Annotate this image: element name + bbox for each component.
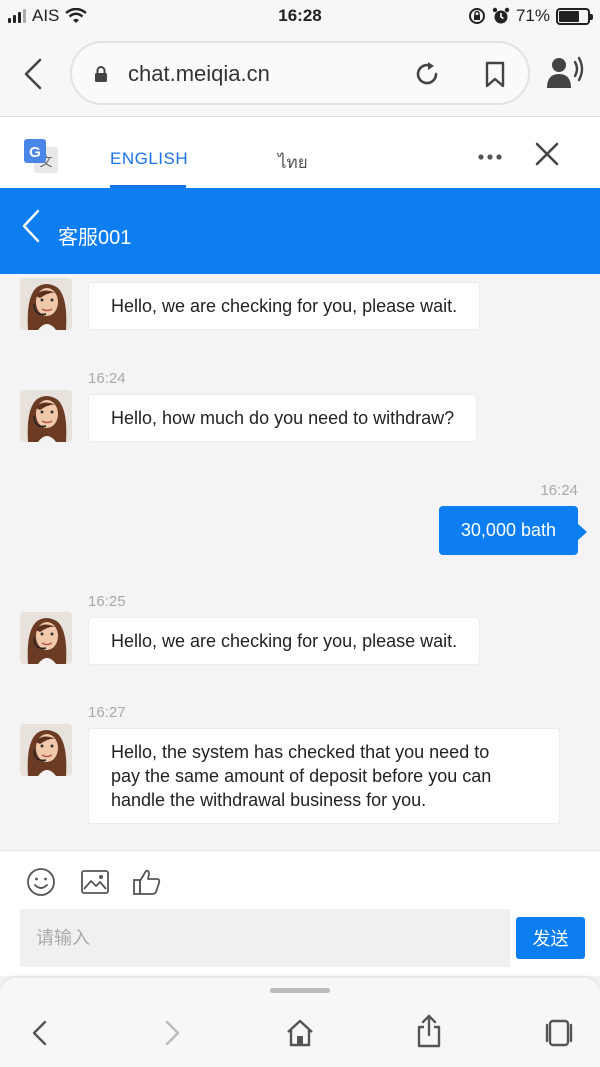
agent-avatar-image (20, 278, 72, 330)
sheet-grabber[interactable] (270, 988, 330, 993)
emoji-icon[interactable] (26, 867, 56, 897)
agent-message-bubble: Hello, we are checking for you, please w… (88, 282, 481, 330)
lock-rotation-icon (468, 8, 485, 24)
alarm-icon (492, 7, 510, 24)
agent-message-bubble: Hello, how much do you need to withdraw? (88, 394, 478, 442)
agent-message-bubble: Hello, we are checking for you, please w… (88, 617, 481, 665)
tab-thai[interactable]: ไทย (278, 149, 308, 176)
chat-back-icon[interactable] (18, 208, 46, 244)
user-message-bubble: 30,000 bath (438, 506, 588, 555)
browser-bottom-bar (0, 978, 600, 1067)
status-right: 71% (468, 6, 593, 26)
close-icon[interactable] (534, 141, 560, 167)
message-timestamp: 16:24 (540, 482, 578, 499)
battery-fill (559, 10, 579, 22)
svg-text:G: G (29, 144, 41, 161)
chat-header: 客服001 (0, 188, 600, 274)
battery-percent: 71% (515, 6, 550, 25)
message-input[interactable] (20, 909, 510, 967)
agent-avatar-image (20, 724, 72, 776)
tab-english[interactable]: ENGLISH (110, 149, 188, 169)
lock-icon (95, 66, 107, 82)
thumbs-up-icon[interactable] (132, 867, 162, 897)
message-timestamp: 16:24 (88, 370, 126, 387)
chat-title: 客服001 (58, 227, 132, 249)
google-translate-icon[interactable]: 文 G (24, 139, 60, 175)
message-line: pay the same amount of deposit before yo… (111, 766, 492, 786)
share-icon[interactable] (414, 1014, 444, 1048)
send-button[interactable]: 发送 (516, 917, 585, 959)
image-icon[interactable] (80, 867, 110, 897)
bookmark-icon[interactable] (480, 59, 510, 89)
agent-message-bubble: Hello, the system has checked that you n… (88, 728, 560, 824)
back-icon[interactable] (26, 1018, 56, 1048)
compose-area: 发送 (0, 850, 600, 976)
agent-avatar (20, 724, 72, 776)
back-icon[interactable] (16, 56, 52, 92)
tabs-icon[interactable] (544, 1018, 574, 1048)
url-bar[interactable]: chat.meiqia.cn (70, 41, 530, 105)
message-timestamp: 16:25 (88, 593, 126, 610)
battery-icon (556, 7, 593, 25)
url-text[interactable]: chat.meiqia.cn (128, 61, 270, 87)
browser-bar: chat.meiqia.cn (0, 34, 600, 116)
reload-icon[interactable] (412, 59, 442, 89)
message-line: handle the withdrawal business for you. (111, 790, 427, 810)
translate-bar: 文 G ENGLISH ไทย (0, 116, 600, 188)
agent-avatar (20, 278, 72, 330)
home-icon[interactable] (285, 1018, 315, 1048)
agent-avatar-image (20, 612, 72, 664)
message-list[interactable]: Hello, we are checking for you, please w… (0, 274, 600, 850)
more-icon[interactable] (476, 147, 504, 167)
agent-avatar (20, 390, 72, 442)
message-line: Hello, the system has checked that you n… (111, 742, 490, 762)
agent-avatar-image (20, 390, 72, 442)
forward-icon[interactable] (156, 1018, 186, 1048)
speaker-icon[interactable] (546, 56, 584, 90)
agent-avatar (20, 612, 72, 664)
message-timestamp: 16:27 (88, 704, 126, 721)
status-bar: AIS 16:28 71% (0, 0, 600, 34)
